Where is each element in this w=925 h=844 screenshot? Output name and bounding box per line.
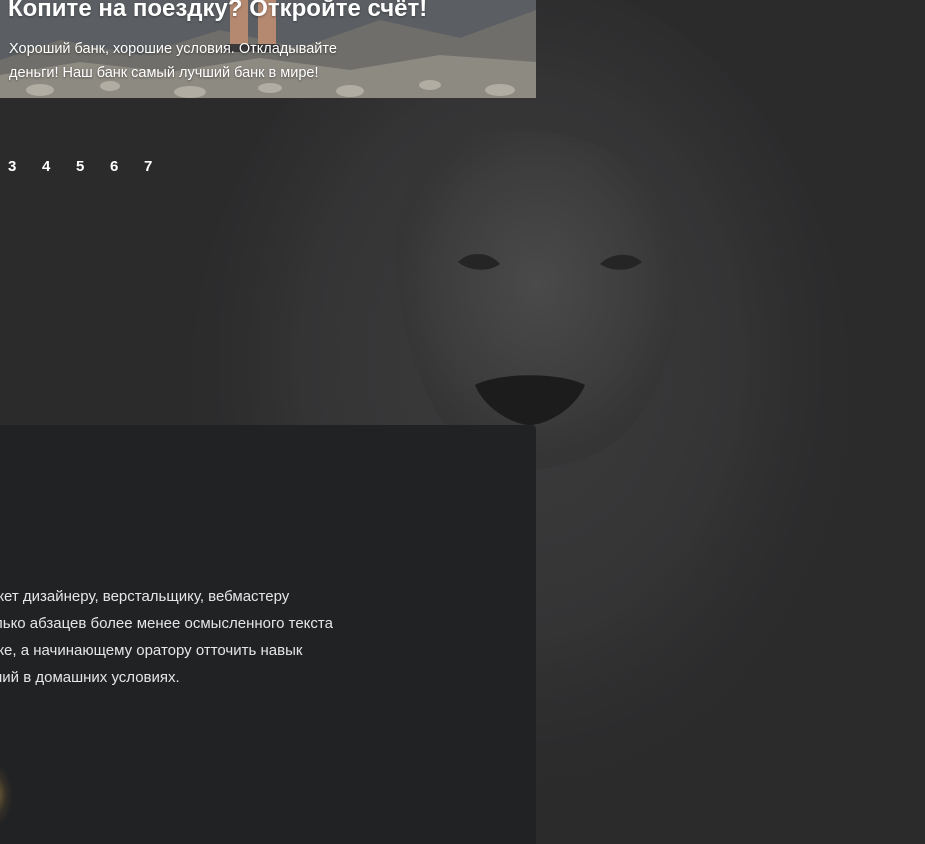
pagination: 3 4 5 6 7 — [8, 157, 178, 177]
page-link-3[interactable]: 3 — [8, 157, 42, 177]
hero-subtitle-line: деньги! Наш банк самый лучший банк в мир… — [9, 65, 319, 81]
hero-banner[interactable]: Копите на поездку? Откройте счёт! Хороши… — [0, 0, 536, 98]
card-text-line: ний в домашних условиях. — [0, 669, 180, 686]
hero-subtitle-line: Хороший банк, хорошие условия. Откладыва… — [9, 41, 337, 57]
page-link-4[interactable]: 4 — [42, 157, 76, 177]
card-text-line: же, а начинающему оратору отточить навык — [0, 642, 303, 659]
hero-subtitle: Хороший банк, хорошие условия. Откладыва… — [9, 37, 409, 85]
page-link-5[interactable]: 5 — [76, 157, 110, 177]
card-text-line: жет дизайнеру, верстальщику, вебмастеру — [0, 588, 290, 605]
card-text-line: лько абзацев более менее осмысленного те… — [0, 615, 333, 632]
card-description: жет дизайнеру, верстальщику, вебмастеру … — [0, 583, 394, 691]
content-card: жет дизайнеру, верстальщику, вебмастеру … — [0, 425, 536, 844]
page-link-6[interactable]: 6 — [110, 157, 144, 177]
hero-title: Копите на поездку? Откройте счёт! — [8, 0, 428, 22]
decorative-glow — [0, 765, 12, 825]
page-link-7[interactable]: 7 — [144, 157, 178, 177]
